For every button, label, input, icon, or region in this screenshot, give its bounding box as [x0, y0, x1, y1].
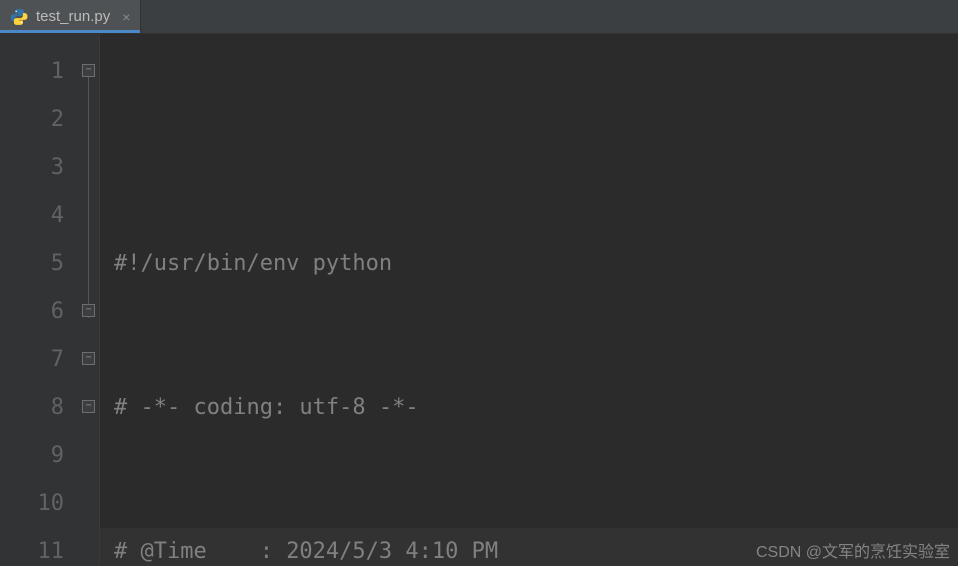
tab-bar: test_run.py × — [0, 0, 958, 34]
line-number: 5 — [0, 240, 64, 288]
comment-shebang: #!/usr/bin/env python — [114, 251, 392, 276]
fold-toggle-icon[interactable]: − — [82, 400, 95, 413]
python-file-icon — [10, 8, 28, 26]
line-number: 2 — [0, 96, 64, 144]
comment-time-value: 2024/5/3 4:10 PM — [286, 539, 498, 564]
file-tab[interactable]: test_run.py × — [0, 0, 141, 33]
line-number: 3 — [0, 144, 64, 192]
line-number: 9 — [0, 432, 64, 480]
fold-toggle-icon[interactable]: − — [82, 64, 95, 77]
code-area[interactable]: #!/usr/bin/env python # -*- coding: utf-… — [100, 34, 958, 566]
line-number: 4 — [0, 192, 64, 240]
fold-toggle-icon[interactable]: − — [82, 352, 95, 365]
comment-time-label: # @Time : — [114, 539, 286, 564]
line-number: 8 — [0, 384, 64, 432]
comment-coding: # -*- coding: utf-8 -*- — [114, 395, 419, 420]
line-number: 6 — [0, 288, 64, 336]
line-number: 7 — [0, 336, 64, 384]
fold-toggle-icon[interactable]: − — [82, 304, 95, 317]
code-editor[interactable]: 1 2 3 4 5 6 7 8 9 10 11 − − − − #!/usr/b… — [0, 34, 958, 566]
line-number: 11 — [0, 528, 64, 566]
line-number-gutter: 1 2 3 4 5 6 7 8 9 10 11 — [0, 34, 78, 566]
close-tab-icon[interactable]: × — [122, 9, 130, 25]
tab-filename: test_run.py — [36, 8, 110, 25]
line-number: 1 — [0, 48, 64, 96]
fold-guide — [88, 68, 89, 318]
line-number: 10 — [0, 480, 64, 528]
fold-gutter: − − − − — [78, 34, 100, 566]
